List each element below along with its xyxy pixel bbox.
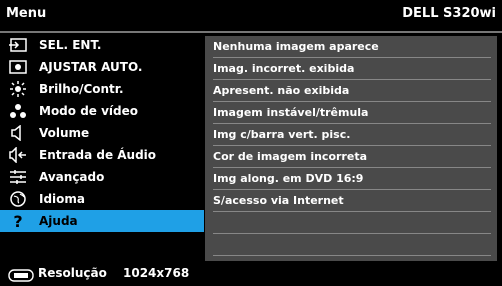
menu-item-label: Ajuda — [39, 214, 78, 228]
display-icon — [8, 267, 34, 282]
auto-adjust-icon — [9, 59, 27, 75]
submenu-item[interactable]: Apresent. não exibida — [213, 80, 491, 102]
submenu-item[interactable]: Cor de imagem incorreta — [213, 146, 491, 168]
menu-item-volume[interactable]: Volume — [0, 122, 204, 144]
video-mode-icon — [9, 103, 27, 119]
menu-item-label: Brilho/Contr. — [39, 82, 124, 96]
input-icon — [9, 37, 27, 53]
submenu-item[interactable] — [213, 212, 491, 234]
speaker-icon — [9, 125, 27, 141]
brightness-icon — [9, 81, 27, 97]
menu-item-label: Avançado — [39, 170, 105, 184]
audio-input-icon — [9, 147, 27, 163]
help-icon: ? — [9, 213, 27, 229]
menu-item-label: Volume — [39, 126, 90, 140]
submenu-item[interactable]: S/acesso via Internet — [213, 190, 491, 212]
menu-item-label: Modo de vídeo — [39, 104, 139, 118]
submenu-item[interactable]: Imag. incorret. exibida — [213, 58, 491, 80]
menu-title: Menu — [6, 6, 47, 21]
submenu-item[interactable]: Img along. em DVD 16:9 — [213, 168, 491, 190]
menu-item-brilho[interactable]: Brilho/Contr. — [0, 78, 204, 100]
osd-header: Menu DELL S320wi — [0, 0, 502, 30]
submenu-item[interactable]: Img c/barra vert. pisc. — [213, 124, 491, 146]
menu-item-label: SEL. ENT. — [39, 38, 102, 52]
status-footer: Resolução 1024x768 — [0, 264, 502, 283]
main-menu: SEL. ENT. AJUSTAR AUTO. Brilho/Contr. Mo… — [0, 34, 204, 232]
menu-item-ajustar-auto[interactable]: AJUSTAR AUTO. — [0, 56, 204, 78]
menu-item-ajuda[interactable]: ? Ajuda — [0, 210, 204, 232]
menu-item-entrada-audio[interactable]: Entrada de Áudio — [0, 144, 204, 166]
help-submenu: Nenhuma imagem aparece Imag. incorret. e… — [205, 36, 497, 261]
menu-item-modo-video[interactable]: Modo de vídeo — [0, 100, 204, 122]
sliders-icon — [9, 169, 27, 185]
menu-item-label: Entrada de Áudio — [39, 148, 157, 162]
menu-item-label: AJUSTAR AUTO. — [39, 60, 143, 74]
globe-icon — [9, 191, 27, 207]
svg-text:?: ? — [13, 213, 22, 229]
submenu-item[interactable] — [213, 234, 491, 256]
header-divider — [0, 31, 502, 33]
menu-item-sel-ent[interactable]: SEL. ENT. — [0, 34, 204, 56]
model-name: DELL S320wi — [402, 6, 496, 21]
menu-item-idioma[interactable]: Idioma — [0, 188, 204, 210]
menu-item-avancado[interactable]: Avançado — [0, 166, 204, 188]
menu-item-label: Idioma — [39, 192, 86, 206]
resolution-value: 1024x768 — [123, 266, 190, 280]
submenu-item[interactable]: Nenhuma imagem aparece — [213, 36, 491, 58]
resolution-label: Resolução — [38, 266, 107, 280]
submenu-item[interactable]: Imagem instável/trêmula — [213, 102, 491, 124]
